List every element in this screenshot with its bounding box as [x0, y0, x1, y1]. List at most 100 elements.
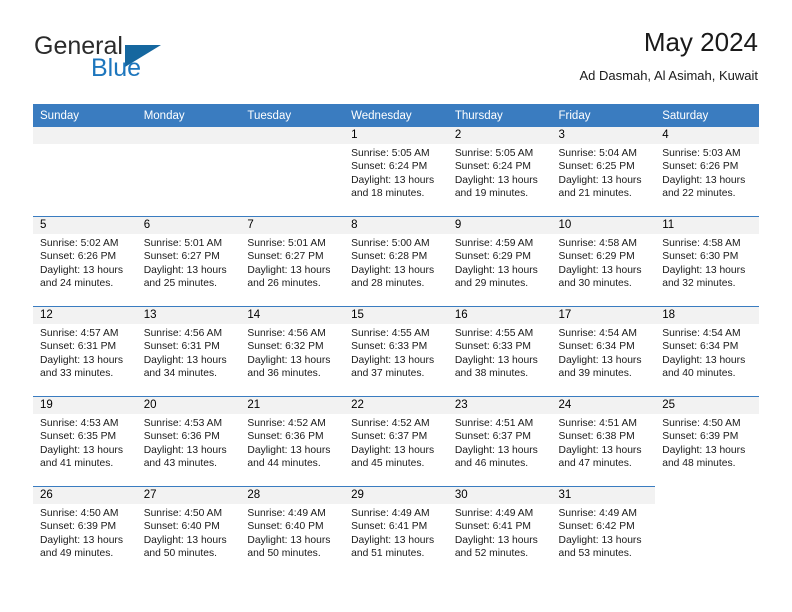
day-detail-line: Daylight: 13 hours — [662, 264, 746, 276]
day-number: 15 — [344, 307, 448, 324]
day-detail-line: and 29 minutes. — [454, 278, 529, 290]
day-detail-line: Daylight: 13 hours — [143, 534, 227, 546]
calendar-day-cell[interactable]: 1 Sunrise: 5:05 AM Sunset: 6:24 PM Daylight… — [344, 127, 448, 216]
calendar-day-cell[interactable]: 14 Sunrise: 4:56 AM Sunset: 6:32 PM Dayligh… — [240, 307, 345, 396]
calendar-day-cell[interactable]: 5 Sunrise: 5:02 AM Sunset: 6:26 PM Daylight… — [33, 217, 137, 306]
calendar-day-cell[interactable]: 25 Sunrise: 4:50 AM Sunset: 6:39 PM Dayligh… — [655, 397, 759, 486]
day-number — [240, 127, 345, 144]
calendar-day-cell[interactable]: 22 Sunrise: 4:52 AM Sunset: 6:37 PM Dayligh… — [344, 397, 448, 486]
page-title: May 2024 — [643, 27, 758, 57]
day-detail-line: and 43 minutes. — [143, 458, 217, 470]
day-detail-line: Daylight: 13 hours — [454, 354, 538, 366]
day-detail-line: and 40 minutes. — [662, 368, 736, 380]
day-detail-line: Sunrise: 4:49 AM — [454, 508, 534, 519]
day-detail-line: Sunset: 6:36 PM — [143, 431, 220, 443]
day-detail-line: Daylight: 13 hours — [558, 264, 642, 276]
calendar-cell: 25 Sunrise: 4:50 AM Sunset: 6:39 PM Dayligh… — [655, 396, 759, 487]
day-detail-line: and 41 minutes. — [40, 458, 114, 470]
calendar-day-cell[interactable]: 10 Sunrise: 4:58 AM Sunset: 6:29 PM Dayligh… — [551, 217, 656, 306]
calendar-day-cell[interactable]: 6 Sunrise: 5:01 AM Sunset: 6:27 PM Daylight… — [136, 217, 241, 306]
day-detail-line: and 34 minutes. — [143, 368, 217, 380]
calendar-day-cell[interactable]: 15 Sunrise: 4:55 AM Sunset: 6:33 PM Dayligh… — [344, 307, 448, 396]
calendar-day-cell[interactable]: 4 Sunrise: 5:03 AM Sunset: 6:26 PM Daylight… — [655, 127, 759, 216]
calendar-body: 1 Sunrise: 5:05 AM Sunset: 6:24 PM Daylight… — [33, 127, 759, 576]
day-number: 23 — [447, 397, 552, 414]
day-detail-line: Sunset: 6:42 PM — [558, 521, 635, 533]
calendar-week-row: 19 Sunrise: 4:53 AM Sunset: 6:35 PM Dayligh… — [33, 396, 759, 487]
calendar-day-cell[interactable]: 13 Sunrise: 4:56 AM Sunset: 6:31 PM Dayligh… — [136, 307, 241, 396]
day-detail-line: Sunrise: 4:50 AM — [40, 508, 119, 519]
day-detail-line: Daylight: 13 hours — [662, 444, 746, 456]
day-detail-line: and 53 minutes. — [558, 548, 632, 560]
calendar-day-cell[interactable]: 30 Sunrise: 4:49 AM Sunset: 6:41 PM Dayligh… — [447, 487, 552, 576]
calendar-day-cell[interactable]: 28 Sunrise: 4:49 AM Sunset: 6:40 PM Dayligh… — [240, 487, 345, 576]
calendar-day-cell[interactable]: 7 Sunrise: 5:01 AM Sunset: 6:27 PM Daylight… — [240, 217, 345, 306]
day-details: Sunrise: 4:58 AM Sunset: 6:29 PM Daylight:… — [552, 234, 656, 291]
calendar-day-cell[interactable]: 16 Sunrise: 4:55 AM Sunset: 6:33 PM Dayligh… — [447, 307, 552, 396]
calendar-day-cell[interactable]: 20 Sunrise: 4:53 AM Sunset: 6:36 PM Dayligh… — [136, 397, 241, 486]
general-blue-logo[interactable]: General Blue — [34, 32, 254, 88]
day-detail-line: Daylight: 13 hours — [351, 354, 435, 366]
day-details: Sunrise: 4:53 AM Sunset: 6:35 PM Daylight:… — [33, 414, 137, 471]
calendar-day-cell[interactable]: 3 Sunrise: 5:04 AM Sunset: 6:25 PM Daylight… — [551, 127, 656, 216]
day-detail-line: Sunrise: 4:59 AM — [454, 238, 534, 249]
calendar-day-cell[interactable]: 12 Sunrise: 4:57 AM Sunset: 6:31 PM Dayligh… — [33, 307, 137, 396]
day-details: Sunrise: 5:03 AM Sunset: 6:26 PM Daylight:… — [655, 144, 759, 201]
day-detail-line: Sunrise: 5:00 AM — [351, 238, 430, 249]
calendar-day-cell[interactable]: 26 Sunrise: 4:50 AM Sunset: 6:39 PM Dayligh… — [33, 487, 137, 576]
day-detail-line: and 24 minutes. — [40, 278, 114, 290]
day-detail-line: Daylight: 13 hours — [662, 174, 746, 186]
day-number: 29 — [344, 487, 448, 504]
calendar-day-cell[interactable]: 9 Sunrise: 4:59 AM Sunset: 6:29 PM Daylight… — [447, 217, 552, 306]
calendar-cell: 29 Sunrise: 4:49 AM Sunset: 6:41 PM Dayligh… — [344, 486, 448, 576]
calendar-day-cell[interactable]: 31 Sunrise: 4:49 AM Sunset: 6:42 PM Dayligh… — [551, 487, 656, 576]
day-detail-line: Sunrise: 4:57 AM — [40, 328, 119, 339]
calendar-cell: 7 Sunrise: 5:01 AM Sunset: 6:27 PM Daylight… — [240, 216, 345, 307]
day-detail-line: and 46 minutes. — [454, 458, 529, 470]
calendar-day-cell[interactable]: 18 Sunrise: 4:54 AM Sunset: 6:34 PM Dayligh… — [655, 307, 759, 396]
day-detail-line: Daylight: 13 hours — [454, 174, 538, 186]
calendar-day-cell[interactable]: 24 Sunrise: 4:51 AM Sunset: 6:38 PM Dayligh… — [551, 397, 656, 486]
day-detail-line: and 52 minutes. — [454, 548, 529, 560]
day-number: 2 — [447, 127, 552, 144]
calendar-cell: 15 Sunrise: 4:55 AM Sunset: 6:33 PM Dayligh… — [344, 306, 448, 397]
day-detail-line: and 39 minutes. — [558, 368, 632, 380]
calendar-day-cell[interactable]: 19 Sunrise: 4:53 AM Sunset: 6:35 PM Dayligh… — [33, 397, 137, 486]
day-detail-line: Daylight: 13 hours — [558, 534, 642, 546]
day-detail-line: Sunset: 6:39 PM — [662, 431, 739, 443]
calendar-day-cell[interactable]: 27 Sunrise: 4:50 AM Sunset: 6:40 PM Dayligh… — [136, 487, 241, 576]
calendar-day-cell[interactable]: 8 Sunrise: 5:00 AM Sunset: 6:28 PM Daylight… — [344, 217, 448, 306]
day-number: 17 — [551, 307, 656, 324]
day-detail-line: and 45 minutes. — [351, 458, 425, 470]
calendar-cell: 22 Sunrise: 4:52 AM Sunset: 6:37 PM Dayligh… — [344, 396, 448, 487]
day-number: 28 — [240, 487, 345, 504]
day-detail-line: Sunrise: 5:05 AM — [454, 148, 534, 159]
calendar-cell: 8 Sunrise: 5:00 AM Sunset: 6:28 PM Daylight… — [344, 216, 448, 307]
day-number: 26 — [33, 487, 137, 504]
calendar-day-cell[interactable]: 29 Sunrise: 4:49 AM Sunset: 6:41 PM Dayligh… — [344, 487, 448, 576]
calendar-day-cell[interactable]: 2 Sunrise: 5:05 AM Sunset: 6:24 PM Daylight… — [447, 127, 552, 216]
day-details: Sunrise: 4:56 AM Sunset: 6:31 PM Daylight:… — [137, 324, 241, 381]
day-details: Sunrise: 4:49 AM Sunset: 6:42 PM Daylight:… — [552, 504, 656, 561]
calendar-day-cell[interactable]: 11 Sunrise: 4:58 AM Sunset: 6:30 PM Dayligh… — [655, 217, 759, 306]
calendar-day-cell[interactable]: 17 Sunrise: 4:54 AM Sunset: 6:34 PM Dayligh… — [551, 307, 656, 396]
day-details: Sunrise: 5:01 AM Sunset: 6:27 PM Daylight:… — [240, 234, 344, 291]
day-detail-line: Sunrise: 5:02 AM — [40, 238, 119, 249]
calendar-cell: 16 Sunrise: 4:55 AM Sunset: 6:33 PM Dayligh… — [447, 306, 552, 397]
day-detail-line: Daylight: 13 hours — [247, 354, 331, 366]
day-details: Sunrise: 4:53 AM Sunset: 6:36 PM Daylight:… — [137, 414, 241, 471]
day-details — [240, 144, 344, 147]
day-detail-line: and 44 minutes. — [247, 458, 321, 470]
day-detail-line: Sunrise: 4:51 AM — [454, 418, 534, 429]
calendar-header-row: Sunday Monday Tuesday Wednesday Thursday… — [33, 104, 759, 127]
calendar-week-row: 26 Sunrise: 4:50 AM Sunset: 6:39 PM Dayligh… — [33, 486, 759, 576]
day-detail-line: Sunrise: 5:05 AM — [351, 148, 430, 159]
calendar-day-cell[interactable]: 21 Sunrise: 4:52 AM Sunset: 6:36 PM Dayligh… — [240, 397, 345, 486]
calendar-week-row: 12 Sunrise: 4:57 AM Sunset: 6:31 PM Dayligh… — [33, 306, 759, 397]
calendar-week-row: 1 Sunrise: 5:05 AM Sunset: 6:24 PM Daylight… — [33, 127, 759, 217]
calendar-day-cell[interactable]: 23 Sunrise: 4:51 AM Sunset: 6:37 PM Dayligh… — [447, 397, 552, 486]
calendar-cell: 27 Sunrise: 4:50 AM Sunset: 6:40 PM Dayligh… — [136, 486, 241, 576]
day-detail-line: Sunrise: 5:01 AM — [143, 238, 223, 249]
day-number: 20 — [136, 397, 241, 414]
day-detail-line: Daylight: 13 hours — [143, 444, 227, 456]
